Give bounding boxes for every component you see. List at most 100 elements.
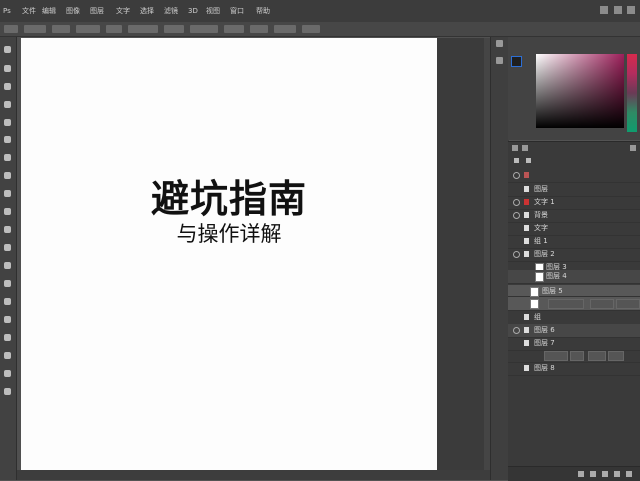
layer-color-icon xyxy=(524,199,529,205)
option-button[interactable] xyxy=(250,25,268,33)
app-logo[interactable]: Ps xyxy=(3,6,11,16)
option-button[interactable] xyxy=(302,25,320,33)
visibility-eye-icon[interactable] xyxy=(513,172,520,179)
option-button[interactable] xyxy=(76,25,100,33)
zoom-tool-icon[interactable] xyxy=(3,387,12,396)
dodge-tool-icon[interactable] xyxy=(3,279,12,288)
menu-edit[interactable]: 编辑 xyxy=(42,6,56,16)
menu-help[interactable]: 帮助 xyxy=(256,6,270,16)
layer-checkbox[interactable] xyxy=(524,327,529,333)
menu-layer[interactable]: 图层 xyxy=(90,6,104,16)
visibility-eye-icon[interactable] xyxy=(513,199,520,206)
healing-tool-icon[interactable] xyxy=(3,153,12,162)
layer-row-selected[interactable]: 图层 5 xyxy=(508,285,640,297)
layer-checkbox[interactable] xyxy=(524,238,529,244)
option-button[interactable] xyxy=(224,25,244,33)
blur-tool-icon[interactable] xyxy=(3,261,12,270)
layer-effect-chip[interactable] xyxy=(570,351,584,361)
close-icon[interactable] xyxy=(627,6,635,14)
document-canvas[interactable]: 避坑指南 与操作详解 xyxy=(21,38,437,470)
option-button[interactable] xyxy=(128,25,158,33)
layer-checkbox[interactable] xyxy=(524,340,529,346)
mask-icon[interactable] xyxy=(602,471,608,477)
minimize-icon[interactable] xyxy=(600,6,608,14)
layer-effect-chip[interactable] xyxy=(588,351,606,361)
layer-row[interactable] xyxy=(508,349,640,363)
gradient-tool-icon[interactable] xyxy=(3,243,12,252)
visibility-eye-icon[interactable] xyxy=(513,251,520,258)
layer-checkbox[interactable] xyxy=(524,212,529,218)
option-button[interactable] xyxy=(52,25,70,33)
visibility-eye-icon[interactable] xyxy=(513,327,520,334)
layer-effect-chip[interactable] xyxy=(616,299,640,309)
stamp-tool-icon[interactable] xyxy=(3,189,12,198)
layer-row[interactable]: 图层 6 xyxy=(508,324,640,338)
menu-view[interactable]: 视图 xyxy=(206,6,220,16)
properties-panel-icon[interactable] xyxy=(496,57,503,64)
tool-preset-icon[interactable] xyxy=(4,25,18,33)
hand-tool-icon[interactable] xyxy=(3,369,12,378)
layer-effect-chip[interactable] xyxy=(590,299,614,309)
hue-slider[interactable] xyxy=(627,54,637,132)
eraser-tool-icon[interactable] xyxy=(3,225,12,234)
layers-tab-icon[interactable] xyxy=(512,145,518,151)
quick-select-tool-icon[interactable] xyxy=(3,100,12,109)
layer-group-row[interactable]: 图层 2 xyxy=(508,248,640,262)
menu-select[interactable]: 选择 xyxy=(140,6,154,16)
menu-image[interactable]: 图像 xyxy=(66,6,80,16)
layer-row[interactable]: 文字 xyxy=(508,222,640,236)
foreground-color-swatch[interactable] xyxy=(511,56,522,67)
option-mode-dropdown[interactable] xyxy=(24,25,46,33)
layer-effect-chip[interactable] xyxy=(544,351,568,361)
option-button[interactable] xyxy=(164,25,184,33)
lock-icon[interactable] xyxy=(526,158,531,163)
panel-menu-icon[interactable] xyxy=(630,145,636,151)
layer-checkbox[interactable] xyxy=(524,251,529,257)
option-button[interactable] xyxy=(190,25,218,33)
crop-tool-icon[interactable] xyxy=(3,118,12,127)
new-layer-icon[interactable] xyxy=(614,471,620,477)
menu-type[interactable]: 文字 xyxy=(116,6,130,16)
layer-row[interactable]: 图层 xyxy=(508,183,640,197)
maximize-icon[interactable] xyxy=(614,6,622,14)
layer-row[interactable]: 组 xyxy=(508,311,640,325)
path-select-tool-icon[interactable] xyxy=(3,333,12,342)
menu-filter[interactable]: 滤镜 xyxy=(164,6,178,16)
channels-tab-icon[interactable] xyxy=(522,145,528,151)
pen-tool-icon[interactable] xyxy=(3,297,12,306)
layer-checkbox[interactable] xyxy=(524,365,529,371)
layer-row-selected[interactable] xyxy=(508,297,640,311)
layer-row[interactable]: 组 1 xyxy=(508,235,640,249)
fx-icon[interactable] xyxy=(590,471,596,477)
visibility-eye-icon[interactable] xyxy=(513,212,520,219)
history-brush-tool-icon[interactable] xyxy=(3,207,12,216)
brush-tool-icon[interactable] xyxy=(3,171,12,180)
color-picker-field[interactable] xyxy=(536,54,624,128)
shape-tool-icon[interactable] xyxy=(3,351,12,360)
layer-effect-chip[interactable] xyxy=(548,299,584,309)
option-button[interactable] xyxy=(106,25,122,33)
layer-name: 文字 1 xyxy=(534,198,555,206)
layer-checkbox[interactable] xyxy=(524,225,529,231)
layer-checkbox[interactable] xyxy=(524,314,529,320)
eyedropper-tool-icon[interactable] xyxy=(3,135,12,144)
trash-icon[interactable] xyxy=(626,471,632,477)
menu-file[interactable]: 文件 xyxy=(22,6,36,16)
menu-window[interactable]: 窗口 xyxy=(230,6,244,16)
layer-row[interactable] xyxy=(508,169,640,183)
lasso-tool-icon[interactable] xyxy=(3,82,12,91)
history-panel-icon[interactable] xyxy=(496,40,503,47)
marquee-tool-icon[interactable] xyxy=(3,64,12,73)
link-layers-icon[interactable] xyxy=(578,471,584,477)
type-tool-icon[interactable] xyxy=(3,315,12,324)
layer-row[interactable]: 图层 8 xyxy=(508,362,640,376)
layer-row[interactable]: 文字 1 xyxy=(508,196,640,210)
layer-row[interactable]: 图层 4 xyxy=(508,270,640,284)
layer-row[interactable]: 背景 xyxy=(508,209,640,223)
layer-effect-chip[interactable] xyxy=(608,351,624,361)
filter-icon[interactable] xyxy=(514,158,519,163)
menu-3d[interactable]: 3D xyxy=(188,6,198,16)
move-tool-icon[interactable] xyxy=(3,45,12,54)
layer-checkbox[interactable] xyxy=(524,186,529,192)
option-button[interactable] xyxy=(274,25,296,33)
